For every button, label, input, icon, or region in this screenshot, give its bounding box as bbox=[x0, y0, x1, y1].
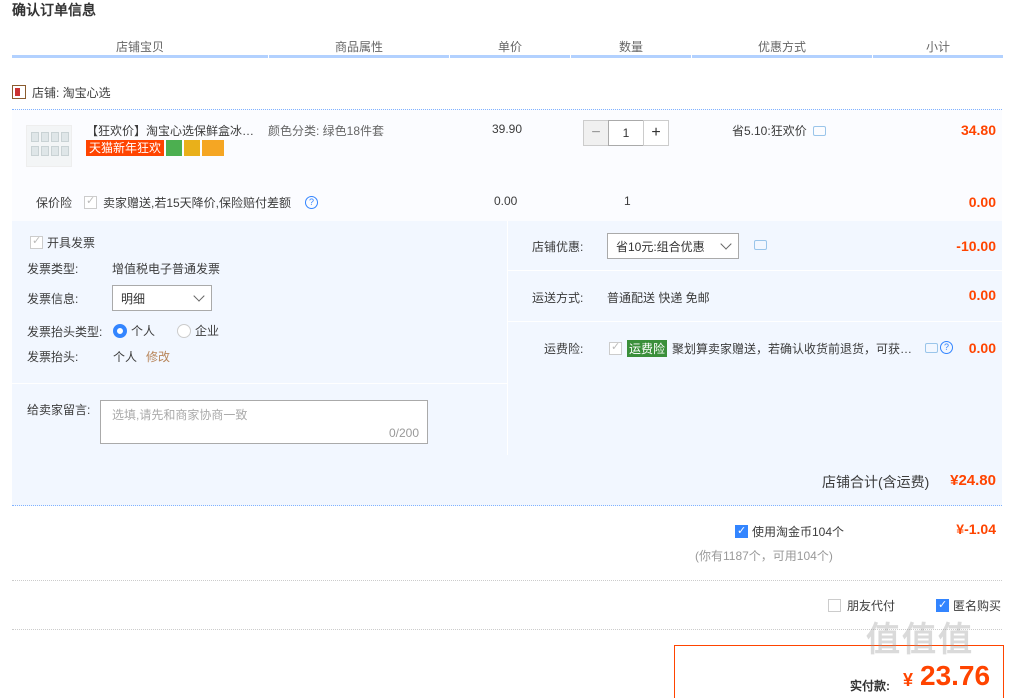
invoice-edit-link[interactable]: 修改 bbox=[146, 348, 170, 365]
chevron-down-icon bbox=[720, 238, 732, 250]
coins-amount: ¥-1.04 bbox=[956, 521, 996, 537]
payment-amount: 23.76 bbox=[920, 660, 991, 691]
invoice-info-select[interactable]: 明细 bbox=[112, 285, 212, 311]
shop-discount-label: 店铺优惠: bbox=[532, 240, 584, 254]
watermark-logo: 值值值 bbox=[866, 621, 974, 659]
insurance-option: 卖家赠送,若15天降价,保险赔付差额 ? bbox=[84, 194, 319, 211]
col-header-promo: 优惠方式 bbox=[692, 38, 872, 58]
col-header-qty: 数量 bbox=[571, 38, 691, 58]
anonymous-checkbox[interactable] bbox=[936, 598, 949, 612]
coins-label: 使用淘金币104个 bbox=[752, 525, 845, 539]
invoice-type-label: 发票类型: bbox=[27, 262, 79, 276]
insurance-price: 0.00 bbox=[494, 194, 518, 208]
shop-discount-amount: -10.00 bbox=[956, 238, 996, 254]
invoice-open-row: 开具发票 bbox=[30, 234, 95, 251]
help-icon[interactable]: ? bbox=[305, 196, 319, 209]
card-icon bbox=[202, 140, 225, 156]
unit-price: 39.90 bbox=[492, 122, 523, 136]
invoice-type-value: 增值税电子普通发票 bbox=[112, 262, 221, 276]
invoice-open-label: 开具发票 bbox=[47, 236, 96, 250]
promo-text: 省5.10:狂欢价 bbox=[732, 124, 807, 138]
insurance-qty: 1 bbox=[624, 194, 631, 208]
invoice-header-type-label: 发票抬头类型: bbox=[27, 325, 103, 339]
freight-insurance-checkbox[interactable] bbox=[609, 340, 622, 355]
quantity-input[interactable]: 1 bbox=[608, 120, 644, 146]
freight-insurance-option: 运费险 聚划算卖家赠送，若确认收货前退货，可获… bbox=[609, 340, 912, 357]
message-placeholder: 选填,请先和商家协商一致 bbox=[112, 408, 248, 422]
insurance-label: 保价险 bbox=[36, 196, 73, 210]
coins-option[interactable]: 使用淘金币104个 bbox=[735, 523, 844, 540]
payment-label: 实付款: bbox=[850, 679, 890, 693]
freight-insurance-tag: 运费险 bbox=[627, 340, 668, 357]
freight-insurance-label: 运费险: bbox=[544, 342, 584, 356]
product-attribute: 颜色分类: 绿色18件套 bbox=[268, 124, 385, 138]
col-header-item: 店铺宝贝 bbox=[12, 38, 268, 58]
product-title-link[interactable]: 【狂欢价】淘宝心选保鲜盒冰箱… bbox=[86, 122, 264, 139]
freight-insurance-text: 聚划算卖家赠送，若确认收货前退货，可获… bbox=[672, 342, 913, 356]
shipping-amount: 0.00 bbox=[968, 287, 996, 303]
invoice-checkbox[interactable] bbox=[30, 234, 43, 249]
insurance-checkbox[interactable] bbox=[84, 194, 97, 209]
comment-icon[interactable] bbox=[812, 126, 826, 136]
message-textarea[interactable]: 选填,请先和商家协商一致 0/200 bbox=[100, 400, 428, 444]
promo-tag: 天猫新年狂欢 bbox=[86, 140, 165, 156]
friend-pay-checkbox[interactable] bbox=[828, 599, 841, 612]
message-label: 给卖家留言: bbox=[27, 403, 91, 417]
coins-sub: (你有1187个，可用104个) bbox=[695, 549, 833, 563]
radio-personal[interactable]: 个人 bbox=[113, 322, 155, 339]
invoice-header-label: 发票抬头: bbox=[27, 350, 79, 364]
shop-row: 店铺: 淘宝心选 bbox=[12, 82, 111, 102]
quantity-increase-button[interactable]: + bbox=[643, 120, 669, 146]
shipping-value: 普通配送 快递 免邮 bbox=[607, 291, 710, 305]
insurance-subtotal: 0.00 bbox=[968, 194, 996, 210]
message-counter: 0/200 bbox=[388, 426, 419, 440]
radio-personal-icon[interactable] bbox=[113, 323, 127, 338]
product-thumbnail[interactable] bbox=[26, 125, 72, 167]
chevron-down-icon bbox=[193, 290, 205, 302]
invoice-header-value: 个人 bbox=[113, 350, 138, 364]
col-header-subtotal: 小计 bbox=[873, 38, 1003, 58]
delivery-section bbox=[507, 221, 1002, 455]
freight-insurance-amount: 0.00 bbox=[968, 340, 996, 356]
guarantee-icon bbox=[184, 140, 201, 156]
comment-icon[interactable] bbox=[754, 240, 767, 250]
invoice-info-value: 明细 bbox=[121, 291, 146, 306]
radio-company-label: 企业 bbox=[195, 324, 220, 338]
radio-company-icon[interactable] bbox=[177, 323, 191, 338]
invoice-info-label: 发票信息: bbox=[27, 292, 79, 306]
shop-discount-value: 省10元:组合优惠 bbox=[616, 239, 705, 254]
col-header-attr: 商品属性 bbox=[269, 38, 449, 58]
payment-currency: ¥ bbox=[903, 670, 914, 690]
seven-day-return-icon bbox=[166, 140, 183, 156]
quantity-stepper: − 1 + bbox=[583, 120, 669, 146]
radio-company[interactable]: 企业 bbox=[177, 322, 219, 339]
promo-method: 省5.10:狂欢价 bbox=[732, 122, 826, 139]
shop-name[interactable]: 店铺: 淘宝心选 bbox=[32, 84, 111, 101]
coins-checkbox[interactable] bbox=[735, 524, 748, 538]
insurance-text: 卖家赠送,若15天降价,保险赔付差额 bbox=[103, 196, 292, 210]
quantity-decrease-button[interactable]: − bbox=[583, 120, 609, 146]
radio-personal-label: 个人 bbox=[131, 324, 156, 338]
shop-discount-select[interactable]: 省10元:组合优惠 bbox=[607, 233, 739, 259]
shop-icon bbox=[12, 85, 26, 99]
page-title: 确认订单信息 bbox=[12, 2, 96, 18]
item-subtotal: 34.80 bbox=[960, 122, 996, 138]
col-header-price: 单价 bbox=[450, 38, 570, 58]
shop-total-amount: ¥24.80 bbox=[950, 472, 996, 489]
shipping-label: 运送方式: bbox=[532, 291, 584, 305]
product-tags: 天猫新年狂欢 bbox=[86, 140, 225, 156]
